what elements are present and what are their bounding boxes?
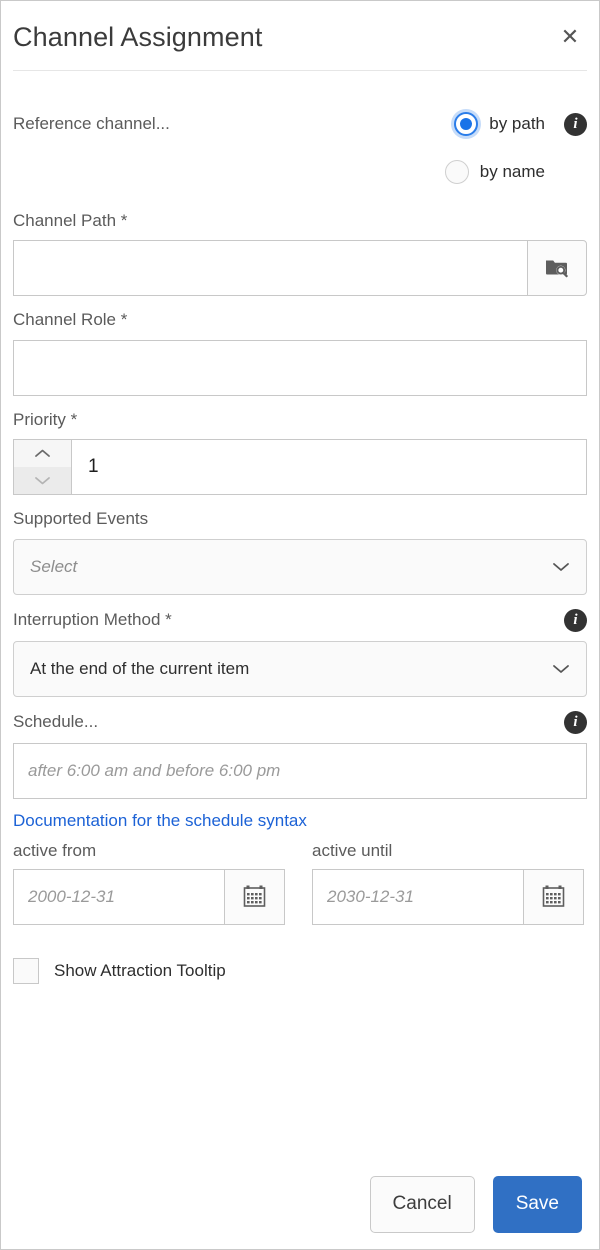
radio-by-path-label: by path: [489, 114, 545, 134]
header-divider: [13, 70, 587, 71]
channel-assignment-dialog: Channel Assignment ✕ Reference channel..…: [0, 0, 600, 1250]
channel-path-label: Channel Path *: [13, 211, 587, 231]
radio-option-by-path[interactable]: by path: [454, 112, 545, 136]
active-until-label: active until: [312, 841, 584, 861]
radio-by-path-indicator[interactable]: [454, 112, 478, 136]
channel-path-input[interactable]: [13, 240, 527, 296]
interruption-method-label: Interruption Method *: [13, 610, 172, 630]
radio-by-name-indicator[interactable]: [445, 160, 469, 184]
supported-events-group: Supported Events Select: [13, 509, 587, 594]
stepper-buttons: [14, 440, 72, 494]
show-attraction-tooltip-row[interactable]: Show Attraction Tooltip: [13, 958, 587, 984]
reference-channel-radio-group: by path i: [454, 112, 587, 136]
priority-input[interactable]: [72, 440, 586, 494]
interruption-method-group: Interruption Method * i At the end of th…: [13, 609, 587, 697]
active-until-group: active until: [312, 841, 584, 925]
chevron-down-icon[interactable]: [552, 561, 570, 572]
save-button[interactable]: Save: [493, 1176, 582, 1233]
folder-search-icon[interactable]: [527, 240, 587, 296]
chevron-down-icon[interactable]: [14, 467, 71, 494]
channel-role-group: Channel Role *: [13, 310, 587, 395]
show-attraction-tooltip-checkbox[interactable]: [13, 958, 39, 984]
info-icon-interruption-method[interactable]: i: [564, 609, 587, 632]
priority-group: Priority *: [13, 410, 587, 495]
quantity-stepper: [13, 439, 587, 495]
schedule-label-row: Schedule... i: [13, 711, 587, 734]
chevron-down-icon[interactable]: [552, 663, 570, 674]
interruption-method-label-row: Interruption Method * i: [13, 609, 587, 632]
schedule-label: Schedule...: [13, 712, 98, 732]
channel-role-label: Channel Role *: [13, 310, 587, 330]
radio-option-by-name[interactable]: by name: [445, 160, 545, 184]
schedule-documentation-link[interactable]: Documentation for the schedule syntax: [13, 811, 307, 831]
active-from-group: active from: [13, 841, 285, 925]
active-until-input[interactable]: [312, 869, 523, 925]
channel-role-input[interactable]: [13, 340, 587, 396]
reference-channel-row: Reference channel... by path i: [13, 109, 587, 139]
radio-by-name-label: by name: [480, 162, 545, 182]
active-from-label: active from: [13, 841, 285, 861]
info-icon-schedule[interactable]: i: [564, 711, 587, 734]
calendar-icon[interactable]: [523, 869, 584, 925]
schedule-group: Schedule... i: [13, 711, 587, 799]
dialog-footer: Cancel Save: [1, 1159, 599, 1249]
supported-events-select[interactable]: Select: [13, 539, 587, 595]
active-from-field: [13, 869, 285, 925]
active-date-range: active from: [13, 841, 587, 925]
info-icon-reference-channel[interactable]: i: [564, 113, 587, 136]
show-attraction-tooltip-label: Show Attraction Tooltip: [54, 961, 226, 981]
chevron-up-icon[interactable]: [14, 440, 71, 467]
active-from-input[interactable]: [13, 869, 224, 925]
interruption-method-value: At the end of the current item: [30, 659, 249, 679]
supported-events-label: Supported Events: [13, 509, 587, 529]
reference-channel-row-2: by name: [13, 159, 587, 185]
doc-link-row: Documentation for the schedule syntax: [13, 811, 587, 831]
calendar-icon[interactable]: [224, 869, 285, 925]
channel-path-input-wrapper: [13, 240, 587, 296]
active-until-field: [312, 869, 584, 925]
reference-channel-label: Reference channel...: [13, 114, 454, 134]
close-icon[interactable]: ✕: [554, 21, 586, 53]
channel-path-group: Channel Path *: [13, 211, 587, 296]
page-title: Channel Assignment: [13, 20, 262, 51]
dialog-body: Reference channel... by path i by name C…: [1, 109, 599, 984]
supported-events-value: Select: [30, 557, 77, 577]
interruption-method-select[interactable]: At the end of the current item: [13, 641, 587, 697]
radio-dot-icon: [460, 118, 472, 130]
schedule-input[interactable]: [13, 743, 587, 799]
dialog-header: Channel Assignment ✕: [1, 1, 599, 70]
priority-label: Priority *: [13, 410, 587, 430]
cancel-button[interactable]: Cancel: [370, 1176, 475, 1233]
